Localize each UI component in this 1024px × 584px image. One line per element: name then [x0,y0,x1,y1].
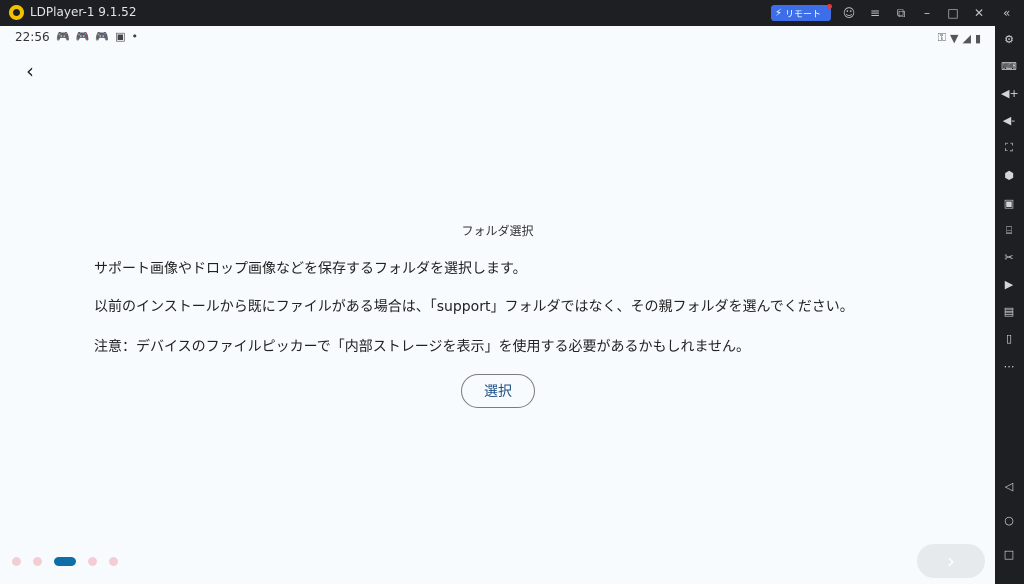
signal-icon: ◢ [962,31,971,45]
page-dot [33,557,42,566]
volume-up-icon[interactable]: ◀+ [1001,86,1019,102]
notice-text: 注意：デバイスのファイルピッカーで「内部ストレージを表示」を使用する必要があるか… [94,339,751,355]
status-left-icons: 🎮 🎮 🎮 ▣ • [56,30,138,43]
description-text: サポート画像やドロップ画像などを保存するフォルダを選択します。 [94,261,527,277]
page-title: フォルダ選択 [461,224,534,238]
keyboard-map-icon[interactable]: ⌨ [1001,59,1017,75]
maximize-icon[interactable]: □ [946,6,960,20]
emulator-toolbar: ⚙ ⌨ ◀+ ◀- ⛶ ⬢ ▣ ⌸ ✂ ▶ ▤ ▯ ⋯ ◁ ○ □ [995,26,1024,584]
chevron-right-icon: › [947,549,955,573]
page-dot [12,557,21,566]
notification-dot [827,4,832,9]
gamepad-icon: 🎮 [95,30,110,43]
page-dot [109,557,118,566]
emulator-window: LDPlayer-1 9.1.52 ⚡ リモート ☺ ≡ ⧉ – □ ✕ « 2… [0,0,1024,584]
account-icon[interactable]: ☺ [842,6,856,20]
more-icon[interactable]: ⋯ [1001,359,1017,375]
minimize-icon[interactable]: – [920,6,934,20]
page-dot-active [54,557,76,566]
battery-icon: ▮ [974,31,981,45]
gamepad-icon: 🎮 [75,30,90,43]
title-bar: LDPlayer-1 9.1.52 ⚡ リモート ☺ ≡ ⧉ – □ ✕ « [0,0,1024,26]
video-icon[interactable]: ▶ [1001,277,1017,293]
back-arrow-button[interactable]: ‹ [26,61,44,81]
sync-icon[interactable]: ▤ [1001,304,1017,320]
status-time: 22:56 [15,30,50,44]
remote-button[interactable]: ⚡ リモート [771,4,832,21]
volume-down-icon[interactable]: ◀- [1001,113,1017,129]
close-icon[interactable]: ✕ [972,6,986,20]
record-icon[interactable]: ▣ [1001,196,1017,212]
recents-nav-icon[interactable]: □ [1001,547,1017,563]
gamepad-icon: 🎮 [56,30,70,43]
ldplayer-logo-icon [9,5,24,20]
screenshot-icon[interactable]: ⛶ [1001,140,1017,156]
keyboard-icon[interactable]: ⌸ [1001,223,1017,239]
scissors-icon[interactable]: ✂ [1001,250,1017,266]
app-icon: ▣ [115,30,126,43]
restore-icon[interactable]: ⧉ [894,6,908,20]
page-dot [88,557,97,566]
select-folder-button[interactable]: 選択 [461,374,535,408]
collapse-icon[interactable]: « [1003,6,1010,20]
apk-install-icon[interactable]: ⬢ [1001,168,1017,184]
page-indicator [12,557,118,566]
bolt-icon: ⚡ [775,7,783,19]
menu-icon[interactable]: ≡ [868,6,882,20]
window-title: LDPlayer-1 9.1.52 [30,5,137,19]
settings-icon[interactable]: ⚙ [1001,32,1017,48]
home-nav-icon[interactable]: ○ [1001,513,1017,529]
status-right-icons: ⚿ ▼ ◢ ▮ [938,31,981,45]
wifi-icon: ▼ [950,31,959,45]
android-status-bar: 22:56 🎮 🎮 🎮 ▣ • ⚿ ▼ ◢ ▮ [0,26,995,50]
phone-icon[interactable]: ▯ [1001,331,1017,347]
android-screen: 22:56 🎮 🎮 🎮 ▣ • ⚿ ▼ ◢ ▮ ‹ フォルダ選択 サポート画像や… [0,26,995,584]
next-button[interactable]: › [917,544,985,578]
key-icon: ⚿ [937,31,946,44]
dot-icon: • [131,30,139,43]
back-nav-icon[interactable]: ◁ [1001,479,1017,495]
remote-label: リモート [785,9,822,20]
existing-install-text: 以前のインストールから既にファイルがある場合は、「support」フォルダではな… [94,299,854,315]
